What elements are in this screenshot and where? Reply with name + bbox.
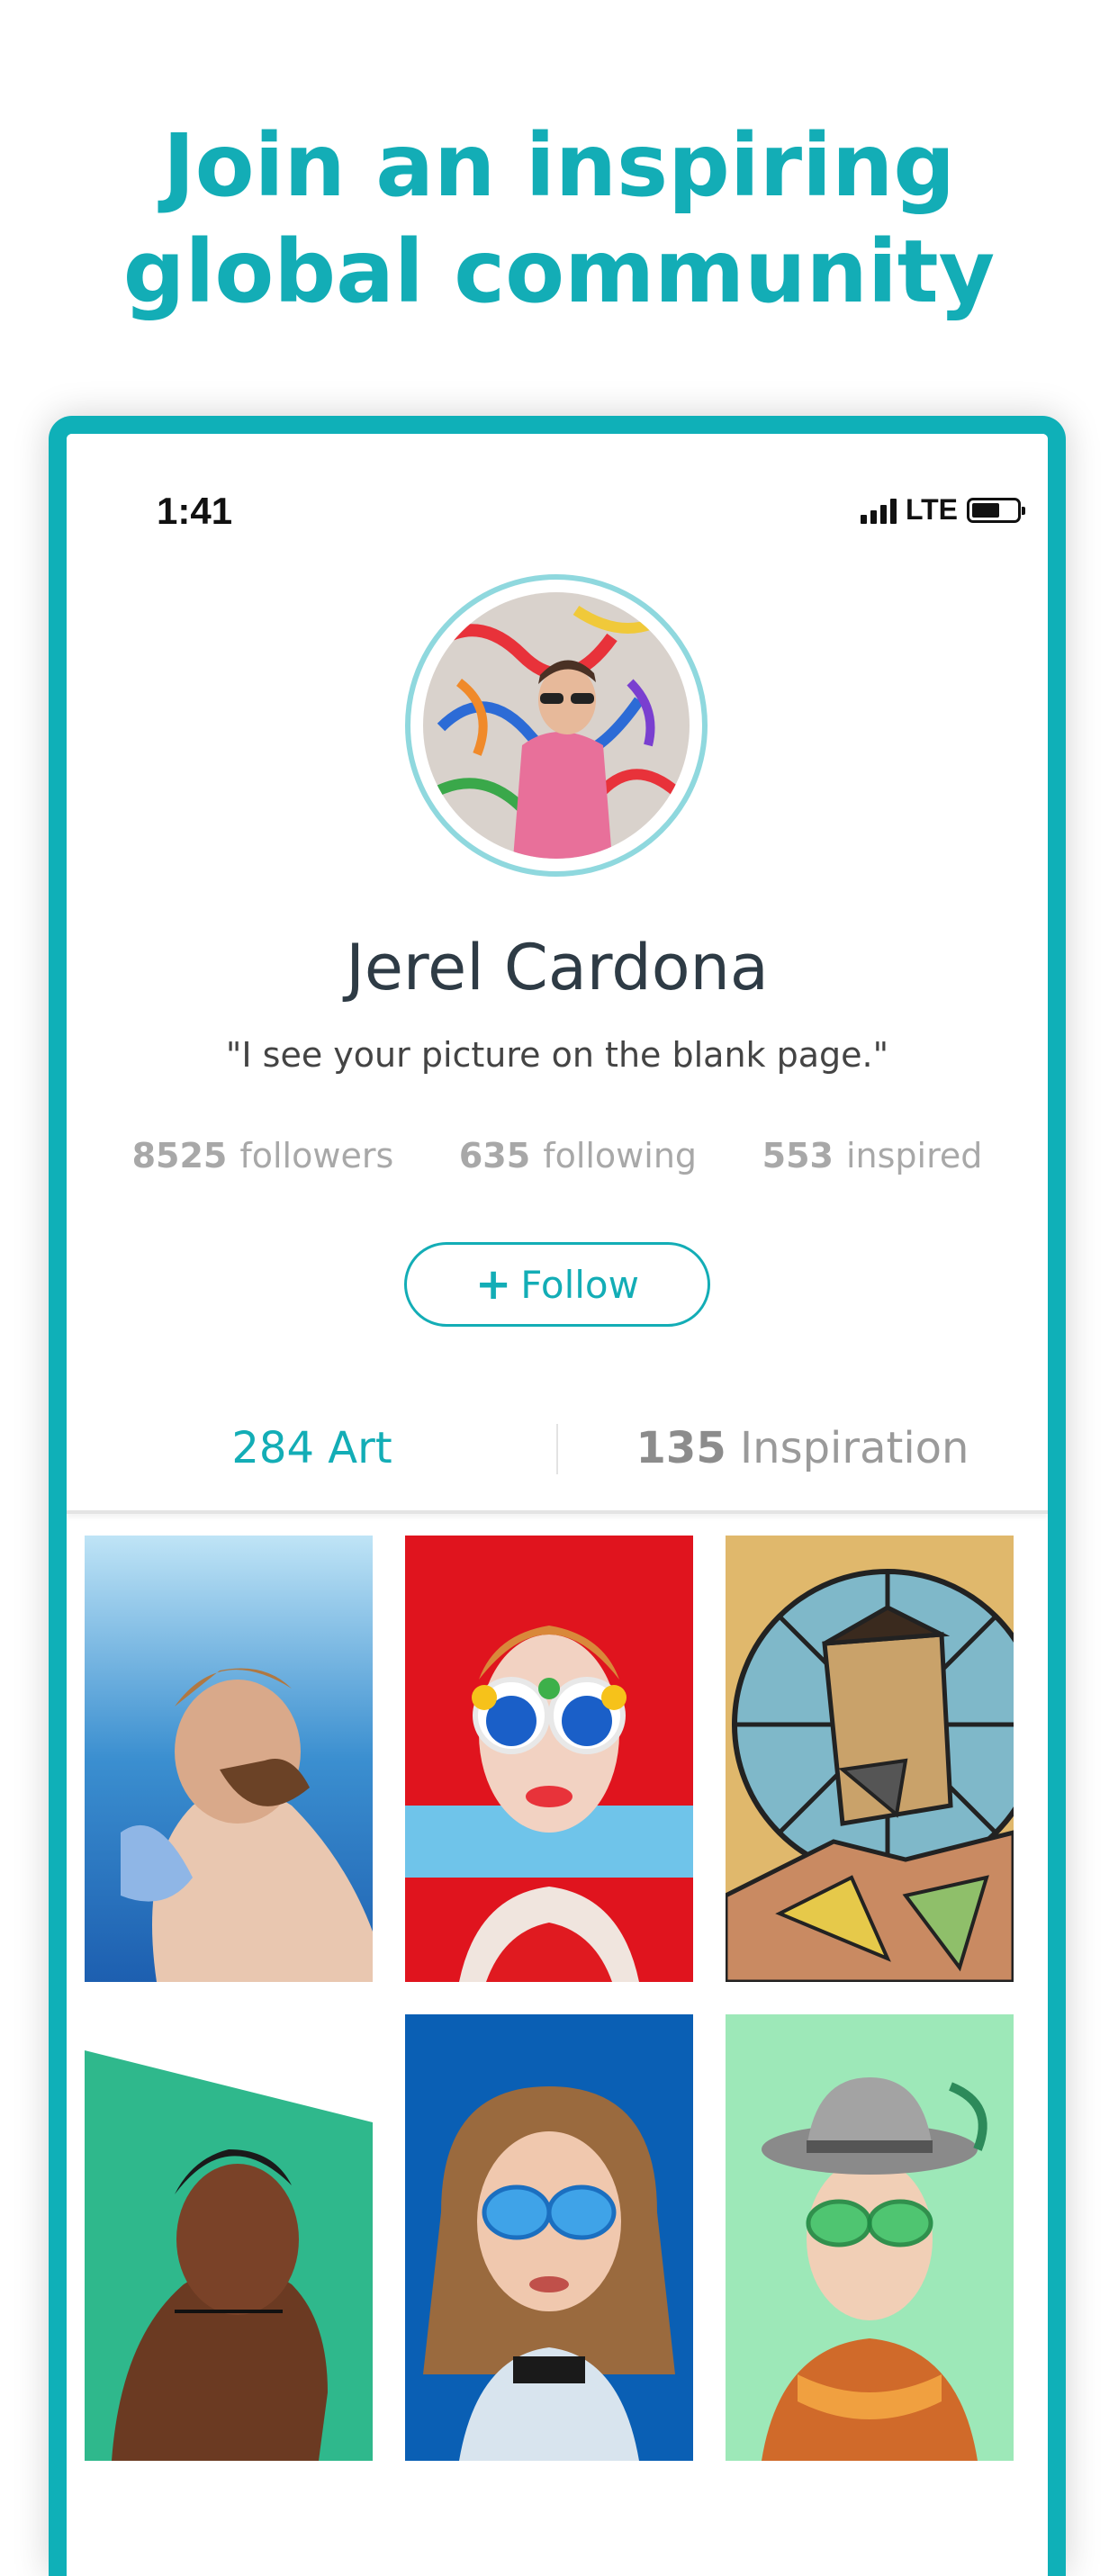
artwork-tile[interactable] <box>726 1536 1014 1982</box>
tab-separator <box>556 1424 558 1474</box>
stat-following[interactable]: 635 following <box>459 1136 697 1175</box>
profile-name: Jerel Cardona <box>346 931 769 1004</box>
tab-art-count: 284 <box>231 1423 314 1473</box>
stat-following-label: following <box>543 1136 698 1175</box>
stat-followers-label: followers <box>239 1136 394 1175</box>
stat-inspired-label: inspired <box>845 1136 983 1175</box>
artwork-tile[interactable] <box>85 2014 373 2461</box>
battery-icon <box>967 497 1025 523</box>
stat-following-count: 635 <box>458 1136 531 1175</box>
avatar-photo <box>423 592 690 859</box>
follow-label: Follow <box>520 1262 639 1307</box>
tab-inspiration[interactable]: 135 Inspiration <box>557 1417 1048 1507</box>
stat-inspired-count: 553 <box>762 1136 834 1175</box>
status-time: 1:41 <box>157 490 233 532</box>
avatar[interactable] <box>405 574 708 877</box>
artwork-tile[interactable] <box>726 2014 1014 2461</box>
signal-icon <box>860 497 897 524</box>
stat-inspired[interactable]: 553 inspired <box>762 1136 983 1175</box>
phone-frame: 1:41 LTE Jerel Cardona "I see your pictu… <box>49 416 1066 2576</box>
plus-icon: + <box>475 1259 512 1310</box>
tab-inspiration-count: 135 <box>636 1423 726 1473</box>
headline-line-1: Join an inspiring <box>162 115 956 216</box>
status-indicators: LTE <box>860 493 1025 527</box>
follow-button[interactable]: + Follow <box>404 1242 710 1327</box>
stat-followers-count: 8525 <box>131 1136 228 1175</box>
headline: Join an inspiring global community <box>0 113 1118 325</box>
profile-stats: 8525 followers 635 following 553 inspired <box>67 1136 1048 1175</box>
artwork-tile[interactable] <box>85 1536 373 1982</box>
tab-inspiration-label: Inspiration <box>739 1423 969 1473</box>
profile-quote: "I see your picture on the blank page." <box>225 1035 889 1075</box>
artwork-tile[interactable] <box>405 1536 693 1982</box>
artwork-tile[interactable] <box>405 2014 693 2461</box>
tabs-divider <box>67 1510 1048 1514</box>
profile-screen: 1:41 LTE Jerel Cardona "I see your pictu… <box>67 434 1048 2576</box>
network-label: LTE <box>905 493 958 526</box>
tab-art-label: Art <box>328 1423 392 1473</box>
stat-followers[interactable]: 8525 followers <box>132 1136 394 1175</box>
headline-line-2: global community <box>122 221 996 322</box>
tab-art[interactable]: 284 Art <box>67 1417 557 1507</box>
